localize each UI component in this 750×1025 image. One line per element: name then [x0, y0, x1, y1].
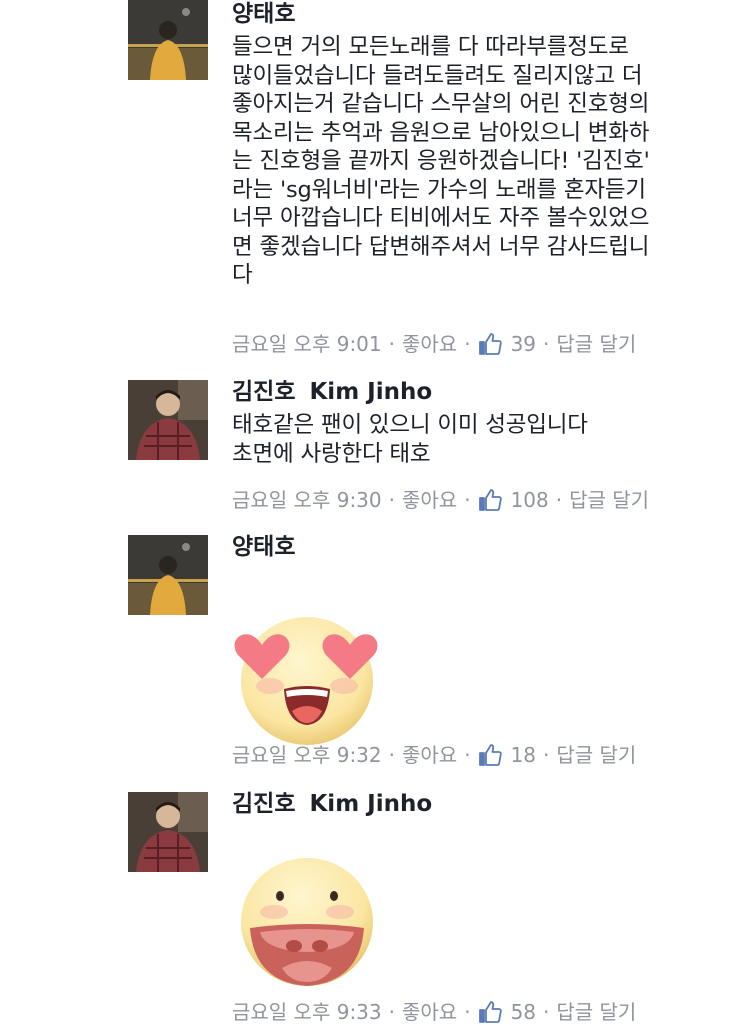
thumbs-up-icon — [478, 488, 502, 512]
heart-eyes-emoji — [232, 601, 382, 755]
comment-meta: 금요일 오후 9:01 · 좋아요 · 39 · 답글 달기 — [232, 331, 636, 357]
separator-dot: · — [388, 488, 395, 512]
comment-time[interactable]: 금요일 오후 9:30 — [232, 487, 382, 513]
separator-dot: · — [464, 743, 471, 767]
like-button[interactable]: 좋아요 — [402, 742, 457, 768]
like-count[interactable]: 108 — [511, 487, 549, 513]
like-button[interactable]: 좋아요 — [402, 487, 457, 513]
author-name[interactable]: 양태호 — [232, 1, 295, 27]
separator-dot: · — [464, 1000, 471, 1024]
thumbs-up-icon — [478, 1000, 502, 1024]
comment-text: 들으면 거의 모든노래를 다 따라부를정도로 많이들었습니다 들려도들려도 질리… — [232, 34, 650, 288]
reply-button[interactable]: 답글 달기 — [556, 331, 636, 357]
comment-time[interactable]: 금요일 오후 9:32 — [232, 742, 382, 768]
comment-author[interactable]: 양태호 — [232, 0, 295, 28]
comment-author[interactable]: 김진호 Kim Jinho — [232, 378, 432, 406]
separator-dot: · — [543, 743, 550, 767]
author-name[interactable]: 양태호 — [232, 534, 295, 560]
thumbs-up-icon — [478, 743, 502, 767]
reply-button[interactable]: 답글 달기 — [556, 742, 636, 768]
author-name[interactable]: 김진호 — [232, 379, 295, 405]
author-name[interactable]: 김진호 — [232, 791, 295, 817]
avatar[interactable] — [128, 535, 208, 615]
avatar[interactable] — [128, 792, 208, 872]
separator-dot: · — [543, 332, 550, 356]
separator-dot: · — [543, 1000, 550, 1024]
reply-button[interactable]: 답글 달기 — [569, 487, 649, 513]
comment-time[interactable]: 금요일 오후 9:33 — [232, 999, 382, 1025]
thumbs-up-icon — [478, 332, 502, 356]
comment-text: 태호같은 팬이 있으니 이미 성공입니다 초면에 사랑한다 태호 — [232, 412, 588, 467]
avatar[interactable] — [128, 0, 208, 80]
comment-time[interactable]: 금요일 오후 9:01 — [232, 331, 382, 357]
reply-button[interactable]: 답글 달기 — [556, 999, 636, 1025]
like-count[interactable]: 18 — [511, 742, 536, 768]
comment-author[interactable]: 양태호 — [232, 533, 295, 561]
like-button[interactable]: 좋아요 — [402, 331, 457, 357]
like-count[interactable]: 58 — [511, 999, 536, 1025]
avatar[interactable] — [128, 380, 208, 460]
separator-dot: · — [464, 488, 471, 512]
separator-dot: · — [388, 332, 395, 356]
author-english-name[interactable]: Kim Jinho — [309, 791, 432, 817]
like-button[interactable]: 좋아요 — [402, 999, 457, 1025]
separator-dot: · — [388, 1000, 395, 1024]
comment-meta: 금요일 오후 9:30 · 좋아요 · 108 · 답글 달기 — [232, 487, 649, 513]
big-smile-emoji — [232, 850, 382, 1004]
separator-dot: · — [464, 332, 471, 356]
comment-author[interactable]: 김진호 Kim Jinho — [232, 790, 432, 818]
author-english-name[interactable]: Kim Jinho — [309, 379, 432, 405]
comment-meta: 금요일 오후 9:32 · 좋아요 · 18 · 답글 달기 — [232, 742, 636, 768]
like-count[interactable]: 39 — [511, 331, 536, 357]
comment-meta: 금요일 오후 9:33 · 좋아요 · 58 · 답글 달기 — [232, 999, 636, 1025]
separator-dot: · — [388, 743, 395, 767]
separator-dot: · — [555, 488, 563, 512]
